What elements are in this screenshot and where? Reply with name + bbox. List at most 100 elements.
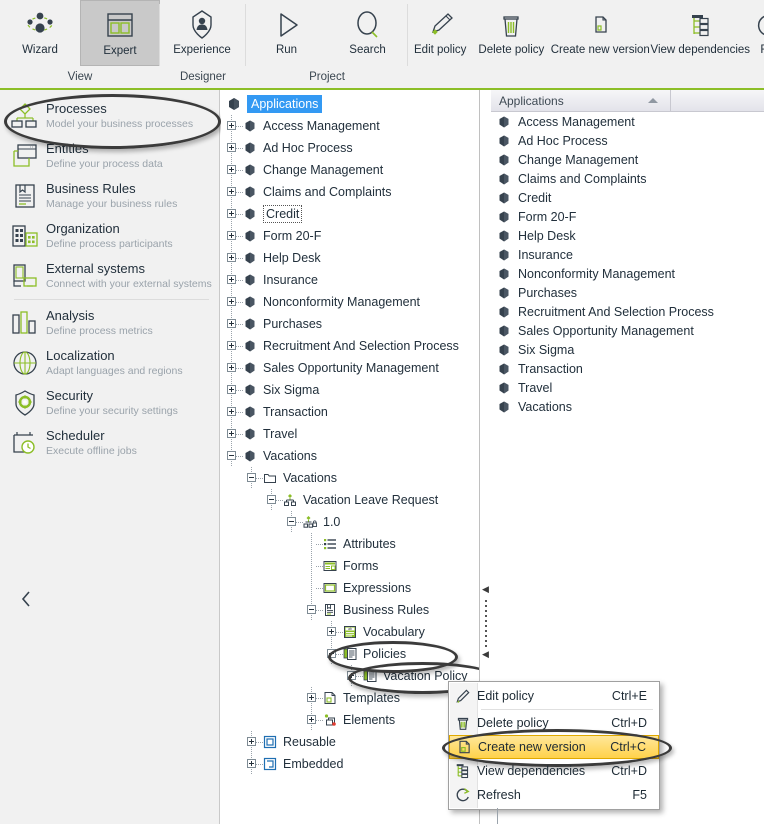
tree-row[interactable]: Elements — [221, 709, 479, 731]
expand-plus-icon[interactable] — [247, 737, 256, 746]
tree-row[interactable]: Reusable — [221, 731, 479, 753]
tree-expander[interactable] — [225, 401, 243, 423]
expand-plus-icon[interactable] — [227, 275, 236, 284]
table-row[interactable]: Claims and Complaints — [491, 169, 764, 188]
tree-expander[interactable] — [245, 467, 263, 489]
tree-row[interactable]: Business Rules — [221, 599, 479, 621]
sidebar-item-security[interactable]: Security Define your security settings — [0, 383, 219, 423]
tree-row[interactable]: Transaction — [221, 401, 479, 423]
tree-expander[interactable] — [225, 379, 243, 401]
expand-plus-icon[interactable] — [347, 671, 356, 680]
tree-expander[interactable] — [265, 489, 283, 511]
sidebar-item-analysis[interactable]: Analysis Define process metrics — [0, 303, 219, 343]
expand-plus-icon[interactable] — [227, 121, 236, 130]
table-row[interactable]: Transaction — [491, 359, 764, 378]
tree-expander[interactable] — [325, 643, 343, 665]
tree-row[interactable]: Vacations — [221, 445, 479, 467]
collapse-minus-icon[interactable] — [287, 517, 296, 526]
sidebar-item-localization[interactable]: Localization Adapt languages and regions — [0, 343, 219, 383]
tree-row[interactable]: ab Vocabulary — [221, 621, 479, 643]
tree-expander[interactable] — [225, 291, 243, 313]
tree-row[interactable]: Purchases — [221, 313, 479, 335]
tree-expander[interactable] — [305, 577, 323, 599]
sidebar-item-entities[interactable]: Entities Define your process data — [0, 136, 219, 176]
expand-plus-icon[interactable] — [247, 759, 256, 768]
tree-row[interactable]: Policies — [221, 643, 479, 665]
tree-expander[interactable] — [225, 313, 243, 335]
sidebar-item-business-rules[interactable]: Business Rules Manage your business rule… — [0, 176, 219, 216]
sidebar-collapse-button[interactable] — [14, 588, 38, 612]
applications-tree-panel[interactable]: Applications Access Management Ad Hoc Pro… — [221, 90, 479, 824]
table-row[interactable]: Insurance — [491, 245, 764, 264]
table-row[interactable]: Credit — [491, 188, 764, 207]
tree-expander[interactable] — [325, 621, 343, 643]
expand-plus-icon[interactable] — [227, 319, 236, 328]
collapse-minus-icon[interactable] — [247, 473, 256, 482]
expand-plus-icon[interactable] — [327, 627, 336, 636]
expand-plus-icon[interactable] — [307, 715, 316, 724]
tree-row[interactable]: Help Desk — [221, 247, 479, 269]
expand-plus-icon[interactable] — [227, 341, 236, 350]
tree-expander[interactable] — [225, 247, 243, 269]
collapse-minus-icon[interactable] — [267, 495, 276, 504]
tree-row[interactable]: Embedded — [221, 753, 479, 775]
ribbon-button-experience[interactable]: Experience — [160, 0, 244, 66]
expand-plus-icon[interactable] — [227, 385, 236, 394]
tree-expander[interactable] — [305, 555, 323, 577]
tree-row[interactable]: Forms — [221, 555, 479, 577]
tree-expander[interactable] — [225, 357, 243, 379]
ribbon-button-refresh[interactable]: Ref — [750, 0, 764, 66]
table-row[interactable]: Vacations — [491, 397, 764, 416]
collapse-minus-icon[interactable] — [307, 605, 316, 614]
context-menu-item[interactable]: Create new version Ctrl+C — [449, 735, 659, 759]
tree-expander[interactable] — [225, 445, 243, 467]
tree-row[interactable]: Ad Hoc Process — [221, 137, 479, 159]
ribbon-button-create-new-version[interactable]: Create new version — [550, 0, 650, 66]
tree-row[interactable]: Access Management — [221, 115, 479, 137]
tree-expander[interactable] — [345, 665, 363, 687]
tree-row[interactable]: Vacation Policy — [221, 665, 479, 687]
tree-row[interactable]: Recruitment And Selection Process — [221, 335, 479, 357]
table-row[interactable]: Purchases — [491, 283, 764, 302]
context-menu-item[interactable]: Edit policy Ctrl+E — [449, 684, 659, 708]
tree-row[interactable]: Attributes — [221, 533, 479, 555]
tree-row-root[interactable]: Applications — [221, 93, 479, 115]
ribbon-button-wizard[interactable]: Wizard — [0, 0, 80, 66]
expand-plus-icon[interactable] — [227, 407, 236, 416]
table-row[interactable]: Nonconformity Management — [491, 264, 764, 283]
grid-column-applications[interactable]: Applications — [491, 90, 671, 111]
sidebar-item-processes[interactable]: Processes Model your business processes — [0, 96, 219, 136]
sidebar-item-organization[interactable]: Organization Define process participants — [0, 216, 219, 256]
collapse-minus-icon[interactable] — [227, 451, 236, 460]
tree-row[interactable]: Credit — [221, 203, 479, 225]
tree-row[interactable]: Six Sigma — [221, 379, 479, 401]
ribbon-button-view-dependencies[interactable]: View dependencies — [650, 0, 750, 66]
table-row[interactable]: Form 20-F — [491, 207, 764, 226]
table-row[interactable]: Sales Opportunity Management — [491, 321, 764, 340]
ribbon-button-run[interactable]: Run — [246, 0, 327, 66]
expand-plus-icon[interactable] — [307, 693, 316, 702]
table-row[interactable]: Access Management — [491, 112, 764, 131]
tree-expander[interactable] — [225, 335, 243, 357]
tree-row[interactable]: Vacation Leave Request — [221, 489, 479, 511]
expand-plus-icon[interactable] — [227, 231, 236, 240]
tree-expander[interactable] — [225, 137, 243, 159]
tree-expander[interactable] — [225, 423, 243, 445]
table-row[interactable]: Travel — [491, 378, 764, 397]
table-row[interactable]: Change Management — [491, 150, 764, 169]
expand-plus-icon[interactable] — [227, 209, 236, 218]
tree-expander[interactable] — [225, 181, 243, 203]
context-menu-item[interactable]: Delete policy Ctrl+D — [449, 711, 659, 735]
tree-row[interactable]: Form 20-F — [221, 225, 479, 247]
tree-row[interactable]: Travel — [221, 423, 479, 445]
tree-row[interactable]: Expressions — [221, 577, 479, 599]
tree-expander[interactable] — [305, 709, 323, 731]
tree-row[interactable]: Vacations — [221, 467, 479, 489]
ribbon-button-search[interactable]: Search — [327, 0, 408, 66]
tree-expander[interactable] — [305, 687, 323, 709]
tree-expander[interactable] — [225, 225, 243, 247]
expand-plus-icon[interactable] — [227, 253, 236, 262]
table-row[interactable]: Help Desk — [491, 226, 764, 245]
context-menu-item[interactable]: Refresh F5 — [449, 783, 659, 807]
tree-row[interactable]: Nonconformity Management — [221, 291, 479, 313]
